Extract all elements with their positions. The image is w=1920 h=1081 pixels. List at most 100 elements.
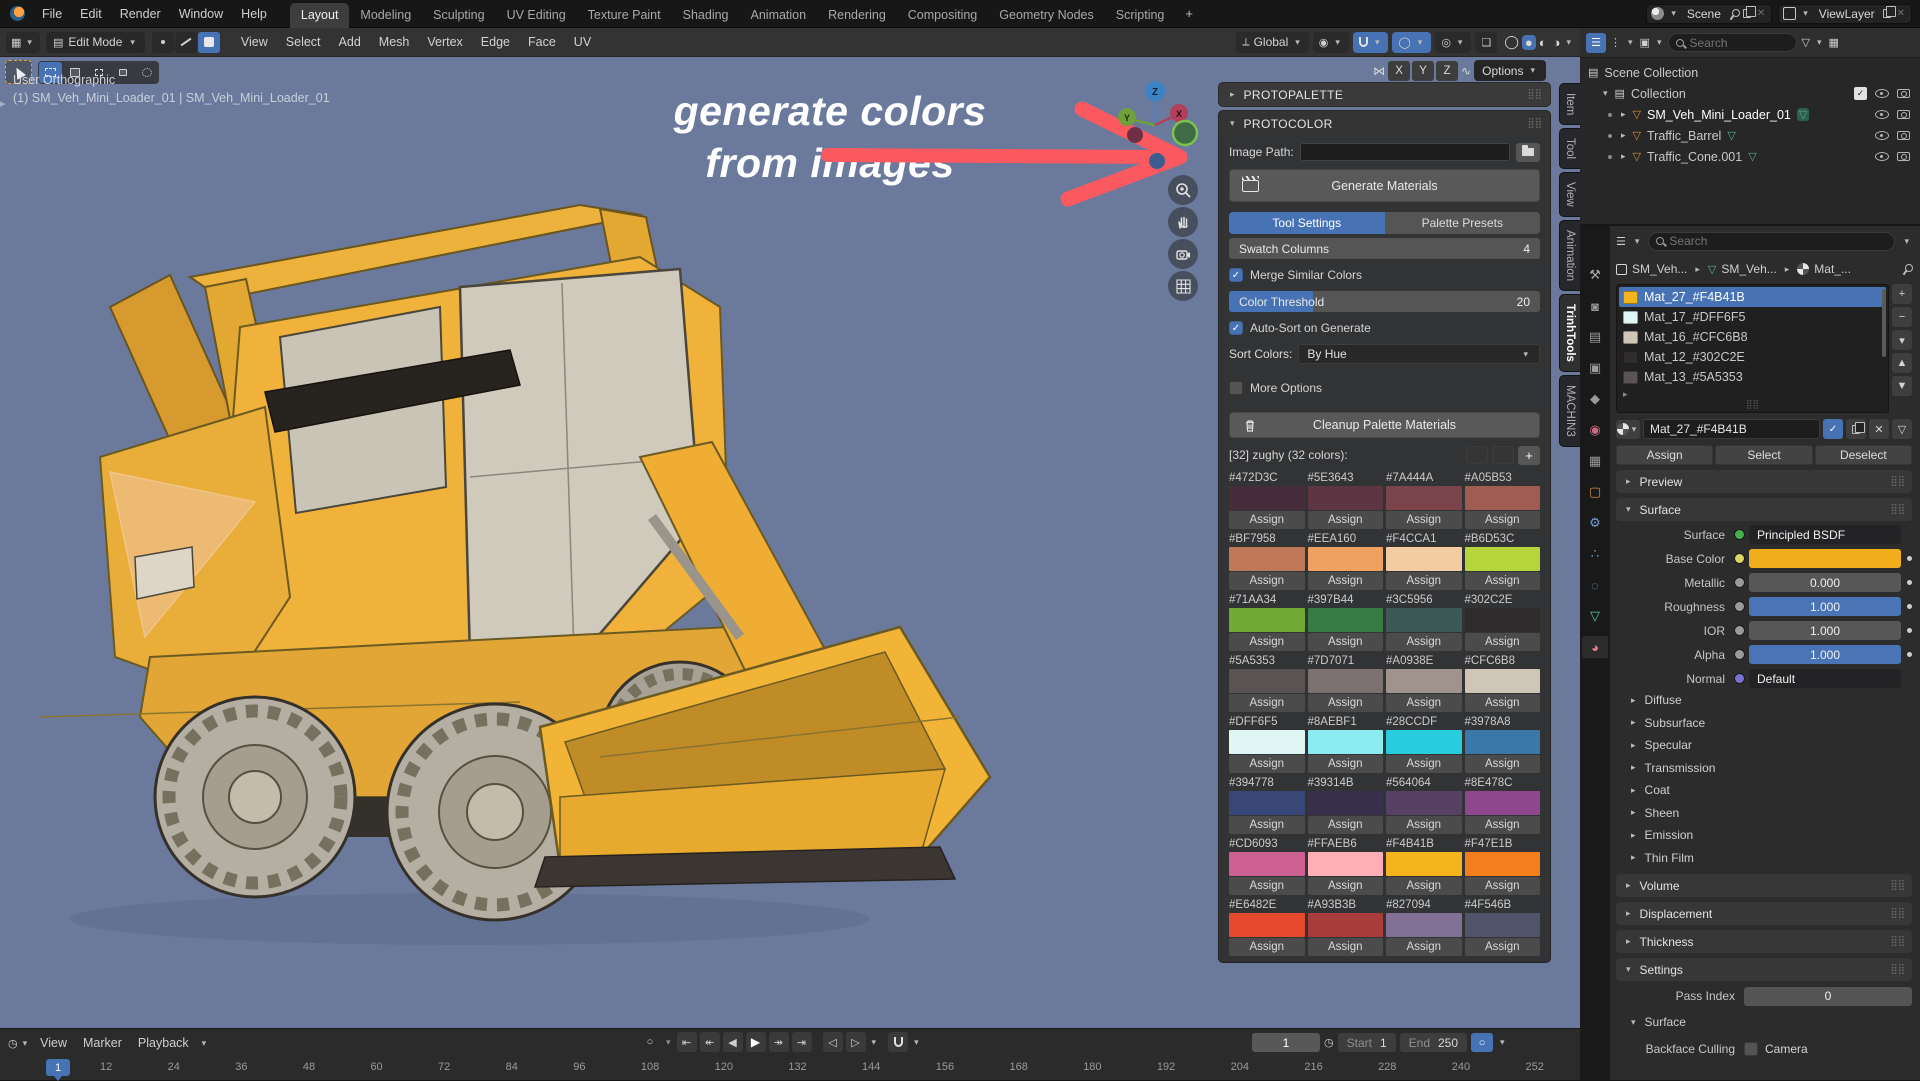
pan-button[interactable]	[1168, 207, 1198, 237]
socket-icon[interactable]	[1734, 601, 1745, 612]
settings-surface-subheader[interactable]: ▾ Surface	[1616, 1011, 1912, 1034]
frame-tick-label[interactable]: 96	[573, 1061, 585, 1073]
swatch-color[interactable]	[1386, 913, 1462, 937]
properties-tab-icon[interactable]: ⚙	[1582, 512, 1608, 534]
blender-logo-icon[interactable]	[10, 6, 25, 21]
mirror-axis-button[interactable]: X	[1388, 61, 1410, 81]
previous-keyframe-button[interactable]: ↞	[700, 1032, 720, 1052]
swatch-color[interactable]	[1229, 608, 1305, 632]
swatch-color[interactable]	[1229, 913, 1305, 937]
copy-viewlayer-icon[interactable]	[1883, 9, 1891, 18]
swatch-color[interactable]	[1308, 730, 1384, 754]
sidebar-tab[interactable]: Animation	[1559, 220, 1580, 291]
swatch-assign-button[interactable]: Assign	[1308, 694, 1384, 712]
editor-type-button[interactable]: ▦ ▾	[6, 32, 40, 53]
edge-select-button[interactable]	[175, 32, 197, 53]
cleanup-palette-button[interactable]: Cleanup Palette Materials	[1229, 412, 1540, 438]
browse-material-button[interactable]: ▾	[1616, 420, 1640, 439]
animate-dot-icon[interactable]	[1907, 556, 1912, 561]
swatch-color[interactable]	[1386, 669, 1462, 693]
swatch-color[interactable]	[1308, 913, 1384, 937]
merge-similar-row[interactable]: ✓ Merge Similar Colors	[1229, 263, 1540, 287]
frame-tick-label[interactable]: 192	[1157, 1061, 1175, 1073]
swatch-color[interactable]	[1229, 486, 1305, 510]
animate-dot-icon[interactable]	[1907, 604, 1912, 609]
rendered-shading-button[interactable]: ◑	[1550, 35, 1564, 50]
image-path-input[interactable]	[1300, 143, 1510, 161]
more-options-checkbox[interactable]: ✓	[1229, 381, 1243, 395]
swatch-color[interactable]	[1308, 608, 1384, 632]
property-field[interactable]: Principled BSDF	[1749, 525, 1901, 544]
topbar-menu-item[interactable]: Render	[111, 0, 170, 28]
workspace-tab[interactable]: Animation	[740, 3, 818, 28]
swatch-assign-button[interactable]: Assign	[1465, 755, 1541, 773]
frame-tick-label[interactable]: 204	[1231, 1061, 1249, 1073]
swatch-assign-button[interactable]: Assign	[1308, 511, 1384, 529]
panel-grip-icon[interactable]: ⣿⣿	[1890, 936, 1905, 947]
face-select-button[interactable]	[198, 32, 220, 53]
timeline-editor-icon[interactable]: ◷	[8, 1037, 18, 1050]
workspace-tab[interactable]: Sculpting	[422, 3, 495, 28]
swatch-color[interactable]	[1386, 547, 1462, 571]
browse-file-button[interactable]	[1516, 143, 1540, 162]
playback-sync-button[interactable]: ○	[1471, 1033, 1493, 1052]
camera-visibility-icon[interactable]	[1897, 89, 1910, 98]
swatch-assign-button[interactable]: Assign	[1229, 816, 1305, 834]
frame-tick-label[interactable]: 108	[641, 1061, 659, 1073]
sort-colors-dropdown[interactable]: By Hue ▾	[1298, 344, 1540, 364]
backface-camera-checkbox[interactable]: ✓	[1744, 1042, 1758, 1056]
socket-icon[interactable]	[1734, 577, 1745, 588]
fake-user-shield-button[interactable]: ✓	[1823, 419, 1843, 439]
auto-sort-checkbox[interactable]: ✓	[1229, 321, 1243, 335]
viewport-menu-item[interactable]: Face	[519, 35, 565, 49]
preview-panel-header[interactable]: ▸ Preview ⣿⣿	[1616, 470, 1912, 493]
stopwatch-icon[interactable]: ◷	[1324, 1036, 1334, 1049]
swatch-assign-button[interactable]: Assign	[1465, 633, 1541, 651]
swatch-assign-button[interactable]: Assign	[1386, 511, 1462, 529]
property-field[interactable]	[1749, 549, 1901, 568]
outliner-display-mode-button[interactable]: ☰	[1586, 33, 1606, 53]
generate-materials-button[interactable]: Generate Materials	[1229, 169, 1540, 202]
sidebar-tab[interactable]: Item	[1559, 83, 1580, 125]
protocolor-tab[interactable]: Tool Settings	[1229, 212, 1385, 234]
surface-panel-header[interactable]: ▾ Surface ⣿⣿	[1616, 498, 1912, 521]
workspace-tab[interactable]: UV Editing	[496, 3, 577, 28]
workspace-tab[interactable]: Layout	[290, 3, 350, 28]
sidebar-tab[interactable]: MACHIN3	[1559, 375, 1580, 447]
socket-icon[interactable]	[1734, 553, 1745, 564]
surface-subsection-row[interactable]: ▸ Diffuse	[1616, 689, 1912, 712]
properties-search-input[interactable]	[1669, 234, 1769, 248]
auto-sort-row[interactable]: ✓ Auto-Sort on Generate	[1229, 316, 1540, 340]
swatch-color[interactable]	[1465, 669, 1541, 693]
add-color-button[interactable]: +	[1518, 446, 1540, 465]
object-row[interactable]: ▸ ▽ Traffic_Cone.001 ▽	[1582, 146, 1918, 167]
swatch-color[interactable]	[1465, 913, 1541, 937]
frame-tick-label[interactable]: 180	[1083, 1061, 1101, 1073]
swatch-assign-button[interactable]: Assign	[1308, 755, 1384, 773]
property-field[interactable]: 1.000	[1749, 597, 1901, 616]
property-field[interactable]: Default	[1749, 669, 1901, 688]
camera-visibility-icon[interactable]	[1897, 152, 1910, 161]
animate-dot-icon[interactable]	[1907, 628, 1912, 633]
jump-to-end-button[interactable]: ⇥	[792, 1032, 812, 1052]
workspace-tab[interactable]: Geometry Nodes	[988, 3, 1104, 28]
snap-toggle[interactable]: ▾	[1353, 32, 1389, 53]
swatch-assign-button[interactable]: Assign	[1386, 816, 1462, 834]
socket-icon[interactable]	[1734, 625, 1745, 636]
chevron-down-icon[interactable]: ▾	[1600, 88, 1611, 99]
material-slot-row[interactable]: Mat_13_#5A5353	[1619, 367, 1886, 387]
next-keyframe-button[interactable]: ↠	[769, 1032, 789, 1052]
properties-tab-icon[interactable]: ◌	[1582, 574, 1608, 596]
outliner-search[interactable]	[1668, 33, 1797, 52]
material-slot-row[interactable]: Mat_16_#CFC6B8	[1619, 327, 1886, 347]
keying-set-button[interactable]: ○	[640, 1032, 660, 1052]
viewport-menu-item[interactable]: View	[232, 35, 277, 49]
mode-dropdown[interactable]: ▤ Edit Mode ▾	[46, 32, 145, 53]
swatch-assign-button[interactable]: Assign	[1386, 938, 1462, 956]
viewport-menu-item[interactable]: UV	[565, 35, 600, 49]
link-mode-button[interactable]: ▽	[1892, 419, 1912, 439]
chevron-right-icon[interactable]: ▸	[1618, 109, 1629, 120]
swatch-assign-button[interactable]: Assign	[1229, 633, 1305, 651]
swatch-color[interactable]	[1386, 486, 1462, 510]
panel-grip-icon[interactable]: ⣿⣿	[1527, 89, 1542, 100]
